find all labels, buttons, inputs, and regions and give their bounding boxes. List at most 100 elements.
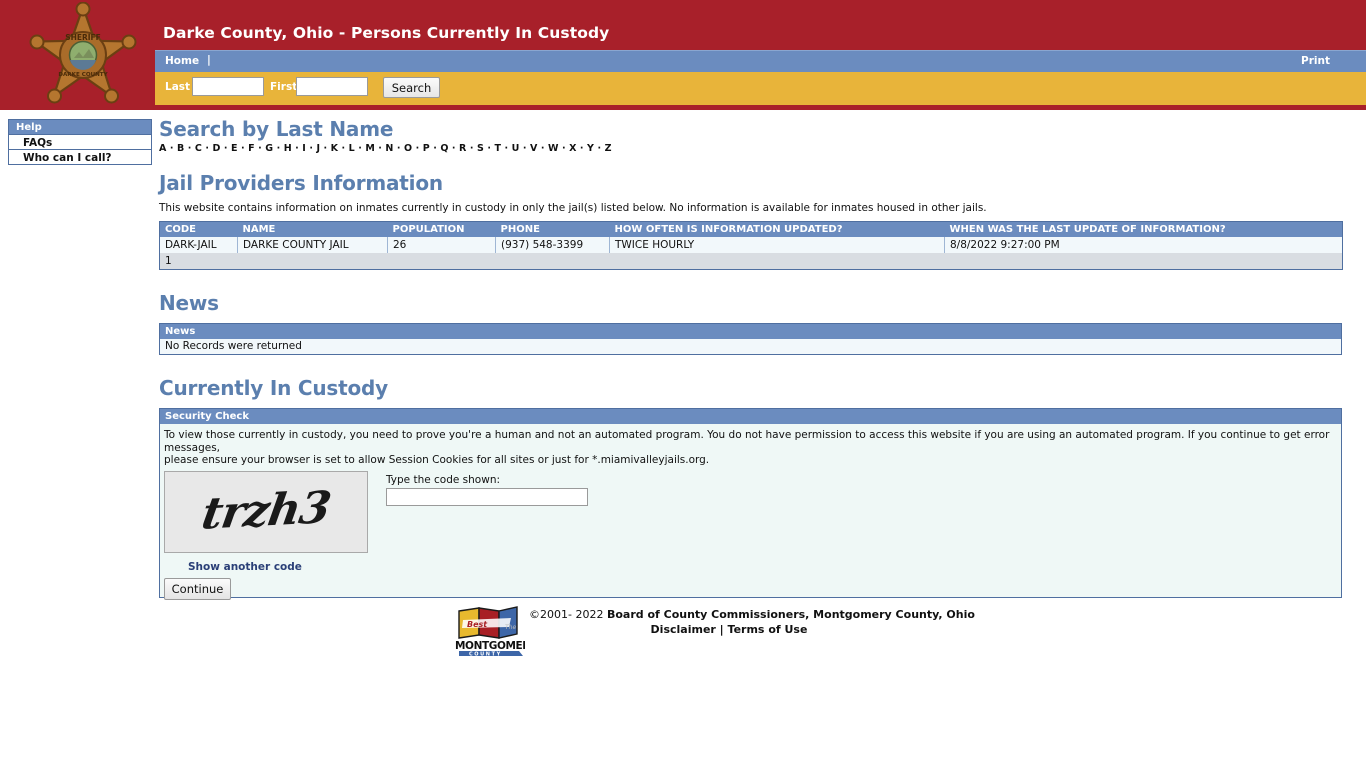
alpha-link-h[interactable]: H	[284, 143, 292, 154]
captcha-code-input[interactable]	[386, 487, 588, 506]
alpha-separator: ·	[576, 143, 588, 154]
alpha-link-e[interactable]: E	[231, 143, 238, 154]
alpha-separator: ·	[466, 143, 477, 154]
show-another-code-link[interactable]: Show another code	[188, 561, 302, 573]
alpha-separator: ·	[374, 143, 386, 154]
alpha-link-z[interactable]: Z	[605, 143, 612, 154]
captcha-row: trzh3 Show another code Continue Type th…	[164, 470, 1337, 600]
alpha-link-s[interactable]: S	[477, 143, 484, 154]
footer-copyright-entity: Board of County Commissioners, Montgomer…	[606, 608, 975, 621]
alpha-separator: ·	[338, 143, 349, 154]
main-navigation-bar: Home | Print	[155, 50, 1366, 72]
alpha-link-m[interactable]: M	[365, 143, 375, 154]
alpha-separator: ·	[254, 143, 266, 154]
montgomery-county-flags-logo: Best The MONTGOMERY COUNTY	[453, 605, 538, 658]
alpha-separator: ·	[501, 143, 512, 154]
sidebar-item-who-can-i-call[interactable]: Who can I call?	[9, 149, 151, 164]
alpha-separator: ·	[305, 143, 317, 154]
heading-jail-providers: Jail Providers Information	[159, 171, 443, 195]
alpha-separator: ·	[166, 143, 177, 154]
alpha-link-c[interactable]: C	[195, 143, 202, 154]
alpha-separator: ·	[448, 143, 460, 154]
alpha-separator: ·	[320, 143, 331, 154]
alpha-separator: ·	[537, 143, 548, 154]
svg-text:SHERIFF: SHERIFF	[65, 33, 101, 42]
nav-link-print[interactable]: Print	[1301, 55, 1330, 67]
pager-page-1[interactable]: 1	[159, 253, 1343, 269]
main-content: Search by Last Name A · B · C · D · E · …	[159, 116, 1344, 600]
alpha-link-w[interactable]: W	[548, 143, 559, 154]
alpha-separator: ·	[184, 143, 195, 154]
alpha-separator: ·	[237, 143, 249, 154]
column-header-update-frequency: HOW OFTEN IS INFORMATION UPDATED?	[609, 221, 945, 237]
page-title: Darke County, Ohio - Persons Currently I…	[163, 24, 610, 42]
cell-last-update: 8/8/2022 9:27:00 PM	[944, 237, 1343, 253]
svg-text:DARKE COUNTY: DARKE COUNTY	[58, 72, 108, 78]
footer-link-disclaimer[interactable]: Disclaimer	[651, 623, 716, 636]
alpha-link-x[interactable]: X	[569, 143, 576, 154]
column-header-last-update: WHEN WAS THE LAST UPDATE OF INFORMATION?	[944, 221, 1343, 237]
svg-text:MONTGOMERY: MONTGOMERY	[455, 640, 525, 652]
security-check-panel: Security Check To view those currently i…	[159, 408, 1342, 600]
security-instructions-line-1: To view those currently in custody, you …	[164, 429, 1330, 454]
table-row: No Records were returned	[159, 338, 1342, 355]
alpha-separator: ·	[220, 143, 231, 154]
security-check-body: To view those currently in custody, you …	[160, 424, 1341, 600]
alpha-separator: ·	[273, 143, 284, 154]
column-header-news: News	[159, 323, 1342, 339]
alpha-separator: ·	[291, 143, 303, 154]
captcha-input-label: Type the code shown:	[386, 473, 501, 486]
alpha-separator: ·	[483, 143, 495, 154]
sidebar-heading-help: Help	[9, 120, 151, 134]
alpha-separator: ·	[412, 143, 423, 154]
cell-population: 26	[387, 237, 496, 253]
alpha-link-o[interactable]: O	[404, 143, 412, 154]
cell-update-frequency: TWICE HOURLY	[609, 237, 945, 253]
svg-text:Best: Best	[467, 620, 488, 629]
svg-text:COUNTY: COUNTY	[469, 652, 502, 658]
alpha-link-y[interactable]: Y	[587, 143, 594, 154]
last-name-label: Last	[165, 81, 191, 93]
nav-separator: |	[207, 54, 211, 66]
first-name-label: First	[270, 81, 298, 93]
footer-links-separator: |	[719, 623, 724, 636]
alpha-link-p[interactable]: P	[423, 143, 430, 154]
alpha-link-g[interactable]: G	[265, 143, 273, 154]
heading-search-by-last-name: Search by Last Name	[159, 117, 394, 141]
table-pager-row: 1	[159, 253, 1343, 269]
alpha-separator: ·	[354, 143, 366, 154]
table-header-row: News	[159, 323, 1342, 339]
footer-links: Disclaimer | Terms of Use	[529, 623, 929, 636]
alphabet-index: A · B · C · D · E · F · G · H · I · J · …	[159, 143, 1344, 154]
cell-phone: (937) 548-3399	[495, 237, 610, 253]
footer-copyright: ©2001- 2022 Board of County Commissioner…	[529, 608, 975, 621]
news-empty-message: No Records were returned	[159, 338, 1342, 355]
svg-text:The: The	[505, 624, 516, 631]
security-check-heading: Security Check	[160, 409, 1341, 424]
cell-name: DARKE COUNTY JAIL	[237, 237, 388, 253]
last-name-input[interactable]	[192, 77, 264, 96]
alpha-separator: ·	[558, 143, 570, 154]
alpha-separator: ·	[429, 143, 441, 154]
column-header-phone: PHONE	[495, 221, 610, 237]
table-header-row: CODE NAME POPULATION PHONE HOW OFTEN IS …	[159, 221, 1343, 237]
column-header-population: POPULATION	[387, 221, 496, 237]
footer-link-terms-of-use[interactable]: Terms of Use	[728, 623, 808, 636]
cell-code: DARK-JAIL	[159, 237, 238, 253]
heading-news: News	[159, 290, 219, 315]
captcha-code-text: trzh3	[198, 481, 334, 540]
search-button[interactable]: Search	[383, 77, 440, 98]
first-name-input[interactable]	[296, 77, 368, 96]
nav-link-home[interactable]: Home	[165, 55, 199, 67]
captcha-image: trzh3	[164, 470, 368, 553]
alpha-link-q[interactable]: Q	[440, 143, 448, 154]
jail-providers-table: CODE NAME POPULATION PHONE HOW OFTEN IS …	[159, 221, 1343, 270]
sidebar-item-faqs[interactable]: FAQs	[9, 134, 151, 149]
quick-search-bar: Last First Search	[155, 72, 1366, 105]
alpha-link-f[interactable]: F	[248, 143, 255, 154]
news-table: News No Records were returned	[159, 322, 1342, 355]
sheriff-star-badge-icon: SHERIFF DARKE COUNTY	[18, 1, 148, 110]
column-header-name: NAME	[237, 221, 388, 237]
help-sidebar: Help FAQs Who can I call?	[8, 119, 152, 165]
alpha-link-k[interactable]: K	[331, 143, 338, 154]
